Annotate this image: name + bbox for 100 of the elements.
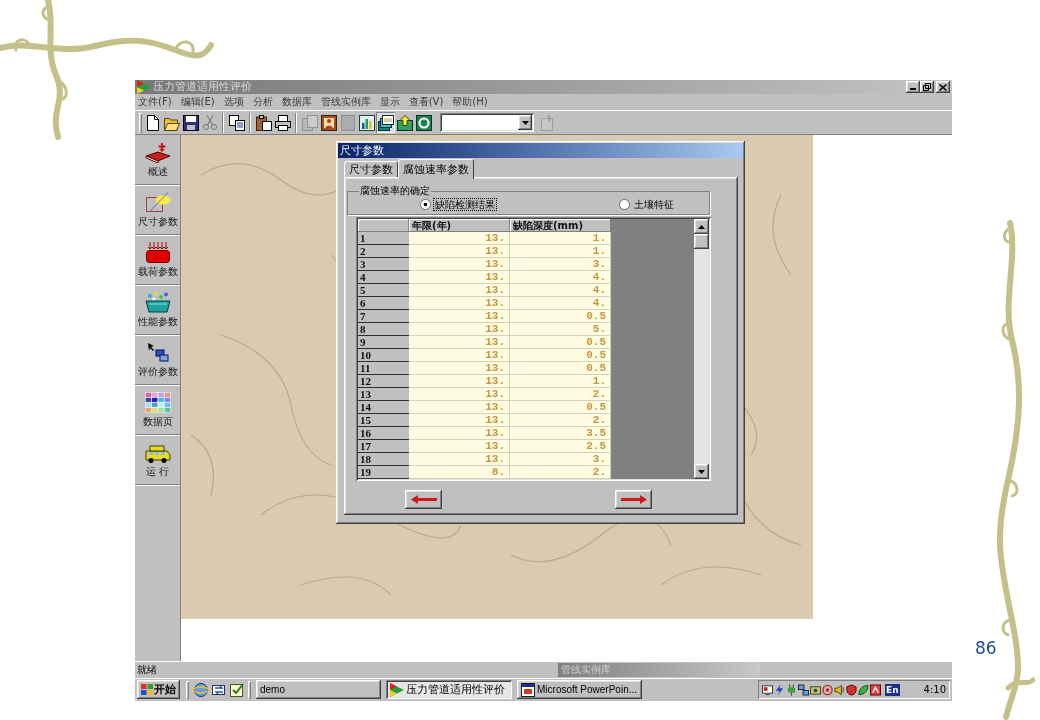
leaf-icon	[858, 683, 869, 696]
row-header: 18	[358, 453, 409, 466]
printer-icon	[274, 114, 291, 131]
scroll-down-button[interactable]	[694, 464, 709, 479]
color-grid-icon	[144, 392, 171, 413]
scrollbar[interactable]	[694, 219, 709, 479]
restore-icon	[923, 83, 931, 91]
table-cell: 0.5	[510, 336, 611, 349]
table-cell: 13.	[409, 297, 510, 310]
sidebar-item[interactable]: 概述	[135, 135, 180, 185]
start-button[interactable]: 开始	[137, 680, 180, 699]
globe-icon[interactable]	[193, 681, 209, 698]
tab[interactable]: 腐蚀速率参数	[398, 159, 474, 179]
table-cell: 2.	[510, 414, 611, 427]
book-arrow-icon	[144, 142, 171, 163]
checked-note-icon[interactable]	[229, 681, 245, 698]
menu-item[interactable]: 管线实例库	[320, 96, 371, 108]
row-header: 3	[358, 258, 409, 271]
sidebar-item[interactable]: 数据页	[135, 385, 180, 435]
clipboard-icon	[255, 114, 272, 131]
dropdown-button[interactable]	[518, 115, 532, 130]
scroll-up-button[interactable]	[694, 219, 709, 234]
scrollbar-thumb[interactable]	[694, 234, 709, 249]
ring-tile-icon	[415, 114, 432, 131]
row-header: 15	[358, 414, 409, 427]
toolbar-button[interactable]	[414, 112, 433, 133]
table-cell: 13.	[409, 414, 510, 427]
column-header: 缺陷深度(mm)	[510, 219, 611, 232]
radio-option[interactable]: 土壤特征	[619, 197, 676, 211]
previous-button[interactable]	[405, 490, 442, 509]
square-icon	[339, 114, 356, 131]
taskbar-button[interactable]: Microsoft PowerPoin...	[517, 680, 642, 699]
minimize-button[interactable]	[906, 81, 920, 93]
table-cell: 0.5	[510, 349, 611, 362]
table-cell: 1.	[510, 232, 611, 245]
toolbar-button[interactable]	[273, 112, 292, 133]
sidebar-item[interactable]: 载荷参数	[135, 235, 180, 285]
menu-item[interactable]: 数据库	[281, 96, 312, 108]
tab[interactable]: 尺寸参数	[344, 161, 398, 177]
monitor-icon	[762, 683, 773, 696]
menu-item[interactable]: 查看(V)	[408, 96, 444, 108]
row-header: 1	[358, 232, 409, 245]
dropdown-field[interactable]	[440, 113, 534, 132]
table-cell: 2.5	[510, 440, 611, 453]
menu-item[interactable]: 选项	[223, 96, 244, 108]
menu-item[interactable]: 文件(F)	[138, 96, 172, 108]
restore-button[interactable]	[920, 81, 934, 93]
table-cell: 13.	[409, 336, 510, 349]
table-cell: 4.	[510, 271, 611, 284]
toolbar-button[interactable]	[254, 112, 273, 133]
caret-icon	[521, 120, 529, 125]
column-header: 年限(年)	[409, 219, 510, 232]
row-header: 9	[358, 336, 409, 349]
toolbar-button[interactable]	[319, 112, 338, 133]
toolbar-button[interactable]	[227, 112, 246, 133]
sidebar-item[interactable]: 尺寸参数	[135, 185, 180, 235]
row-header: 7	[358, 310, 409, 323]
table-cell: 13.	[409, 284, 510, 297]
menu-item[interactable]: 显示	[379, 96, 400, 108]
table-cell: 0.5	[510, 362, 611, 375]
table-cell: 13.	[409, 401, 510, 414]
table-cell: 4.	[510, 284, 611, 297]
toolbar-button[interactable]	[395, 112, 414, 133]
table-cell: 1.	[510, 375, 611, 388]
row-header: 10	[358, 349, 409, 362]
input-language-indicator[interactable]: En	[885, 683, 900, 696]
row-header: 16	[358, 427, 409, 440]
sidebar-item[interactable]: 性能参数	[135, 285, 180, 335]
stacked-sheets-icon	[377, 114, 394, 131]
menu-item[interactable]: 编辑(E)	[180, 96, 215, 108]
taskbar-button[interactable]: 压力管道适用性评价	[386, 680, 512, 699]
table-cell: 4.	[510, 297, 611, 310]
toolbar-button[interactable]	[357, 112, 376, 133]
toolbar-button[interactable]	[376, 112, 395, 133]
record-dot-icon	[822, 683, 833, 696]
tile-icon	[870, 683, 881, 696]
left-arrow-icon	[410, 495, 437, 504]
caret-icon	[698, 469, 705, 474]
sidebar-item[interactable]: 运 行	[135, 435, 180, 485]
close-button[interactable]	[936, 81, 950, 93]
right-arrow-icon	[620, 495, 647, 504]
page-number: 86	[975, 638, 997, 658]
menu-item[interactable]: 分析	[252, 96, 273, 108]
taskbar-button[interactable]: demo	[256, 680, 381, 699]
row-header: 17	[358, 440, 409, 453]
sidebar-item[interactable]: 评价参数	[135, 335, 180, 385]
row-header: 13	[358, 388, 409, 401]
table-cell: 13.	[409, 453, 510, 466]
row-header: 12	[358, 375, 409, 388]
table-cell: 13.	[409, 310, 510, 323]
next-button[interactable]	[615, 490, 652, 509]
table-cell: 3.	[510, 258, 611, 271]
table-cell: 3.5	[510, 427, 611, 440]
menu-item[interactable]: 帮助(H)	[452, 96, 488, 108]
triangle-logo-icon	[137, 80, 151, 94]
table-cell: 8.	[409, 466, 510, 479]
table-cell: 13.	[409, 271, 510, 284]
toolbar-button[interactable]	[181, 112, 200, 133]
plug-icon	[786, 683, 797, 696]
pinned-page-icon	[538, 114, 555, 131]
